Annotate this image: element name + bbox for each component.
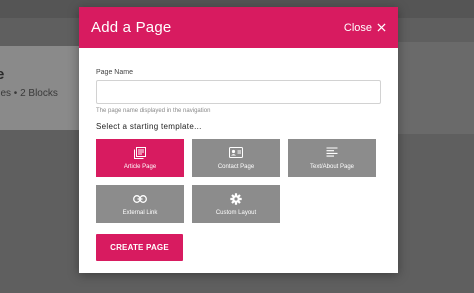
template-label: Contact Page [217, 163, 255, 170]
add-page-modal: Add a Page Close Page Name The page name… [79, 7, 398, 273]
close-label: Close [343, 21, 372, 34]
gear-icon [230, 192, 242, 205]
create-page-button[interactable]: CREATE PAGE [96, 234, 183, 261]
template-article-page[interactable]: Article Page [96, 139, 184, 177]
template-grid: Article Page Contact Page Text/About Pag… [96, 139, 376, 223]
contact-card-icon [229, 147, 243, 159]
modal-header: Add a Page Close [79, 7, 398, 48]
modal-title: Add a Page [91, 19, 172, 36]
page-name-help: The page name displayed in the navigatio… [96, 108, 211, 114]
background-page-meta: iles • 2 Blocks [0, 88, 58, 99]
template-text-about-page[interactable]: Text/About Page [288, 139, 376, 177]
close-icon [377, 23, 386, 32]
template-label: Text/About Page [309, 163, 355, 170]
template-custom-layout[interactable]: Custom Layout [192, 185, 280, 223]
modal-body: Page Name The page name displayed in the… [79, 48, 398, 261]
template-external-link[interactable]: External Link [96, 185, 184, 223]
article-icon [134, 146, 146, 159]
template-section-label: Select a starting template... [96, 122, 202, 131]
template-contact-page[interactable]: Contact Page [192, 139, 280, 177]
template-label: External Link [122, 209, 158, 216]
page-name-label: Page Name [96, 69, 133, 76]
template-label: Custom Layout [215, 209, 257, 216]
background-panel [398, 42, 474, 134]
background-page-title: e [0, 66, 5, 83]
page-name-input[interactable] [96, 80, 381, 104]
close-button[interactable]: Close [344, 22, 386, 34]
text-lines-icon [326, 147, 338, 159]
template-label: Article Page [123, 163, 157, 170]
link-icon [133, 193, 147, 205]
